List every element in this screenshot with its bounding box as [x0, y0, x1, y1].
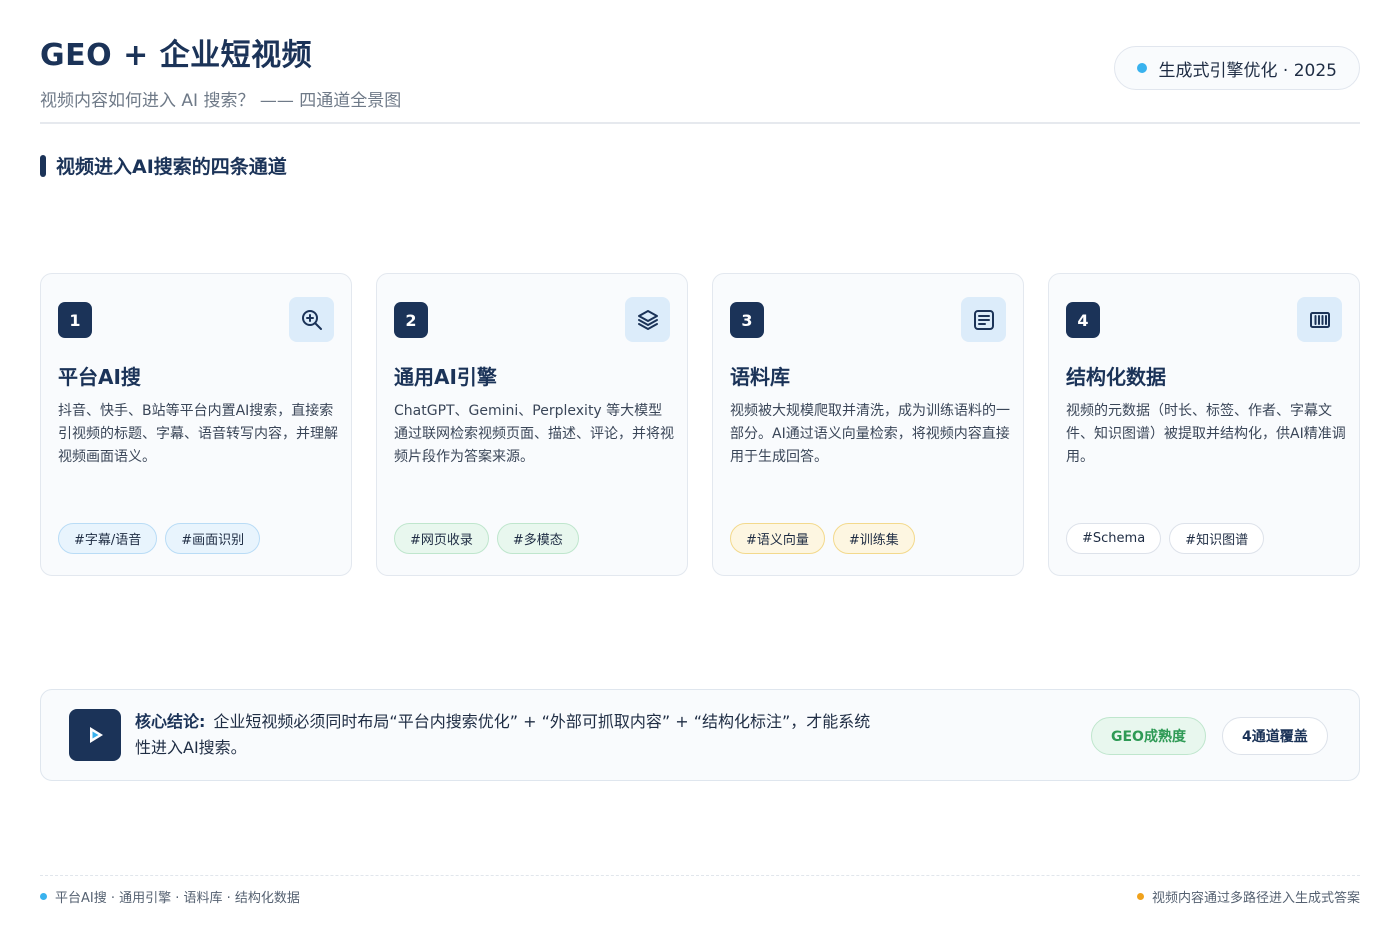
tag[interactable]: #画面识别 — [165, 523, 261, 554]
footer-right-text: 视频内容通过多路径进入生成式答案 — [1151, 891, 1360, 906]
card-title: 语料库 — [730, 365, 790, 389]
geo-maturity-pill[interactable]: GEO成熟度 — [1091, 717, 1206, 755]
section-heading: 视频进入AI搜索的四条通道 — [40, 152, 287, 179]
channel-card-platform[interactable]: 1 平台AI搜 抖音、快手、B站等平台内置AI搜索，直接索引视频的标题、字幕、语… — [40, 273, 352, 576]
channel-card-corpus[interactable]: 3 语料库 视频被大规模爬取并清洗，成为训练语料的一部分。AI通过语义向量检索，… — [712, 273, 1024, 576]
footer-dot-icon — [1136, 893, 1144, 900]
conclusion-text: 企业短视频必须同时布局“平台内搜索优化” + “外部可抓取内容” + “结构化标… — [135, 712, 871, 757]
play-icon[interactable] — [69, 709, 121, 761]
card-description: 抖音、快手、B站等平台内置AI搜索，直接索引视频的标题、字幕、语音转写内容，并理… — [58, 403, 338, 465]
footer-left: 平台AI搜 · 通用引擎 · 语料库 · 结构化数据 — [40, 887, 300, 906]
card-number: 3 — [730, 302, 764, 338]
conclusion-panel: 核心结论: 企业短视频必须同时布局“平台内搜索优化” + “外部可抓取内容” + … — [40, 689, 1360, 781]
section-title: 视频进入AI搜索的四条通道 — [56, 156, 287, 178]
card-number: 2 — [394, 302, 428, 338]
card-tags: #语义向量 #训练集 — [730, 523, 915, 554]
badge-label: 生成式引擎优化 · 2025 — [1158, 60, 1337, 81]
year-badge: 生成式引擎优化 · 2025 — [1113, 46, 1360, 90]
conclusion-text-block: 核心结论: 企业短视频必须同时布局“平台内搜索优化” + “外部可抓取内容” + … — [135, 709, 875, 761]
channel-card-structured-data[interactable]: 4 结构化数据 视频的元数据（时长、标签、作者、字幕文件、知识图谱）被提取并结构… — [1048, 273, 1360, 576]
document-icon — [961, 297, 1006, 342]
card-title: 平台AI搜 — [58, 365, 141, 389]
card-title: 结构化数据 — [1066, 365, 1166, 389]
search-zoom-icon — [289, 297, 334, 342]
tag[interactable]: #知识图谱 — [1169, 523, 1265, 554]
tag[interactable]: #语义向量 — [730, 523, 825, 554]
tag[interactable]: #Schema — [1066, 523, 1162, 554]
badge-dot-icon — [1136, 63, 1147, 73]
tag[interactable]: #字幕/语音 — [58, 523, 158, 554]
channel-card-general-engine[interactable]: 2 通用AI引擎 ChatGPT、Gemini、Perplexity 等大模型通… — [376, 273, 688, 576]
card-description: 视频的元数据（时长、标签、作者、字幕文件、知识图谱）被提取并结构化，供AI精准调… — [1066, 403, 1346, 465]
channel-coverage-pill[interactable]: 4通道覆盖 — [1222, 717, 1328, 755]
channel-cards: 1 平台AI搜 抖音、快手、B站等平台内置AI搜索，直接索引视频的标题、字幕、语… — [40, 273, 1360, 576]
page-footer: 平台AI搜 · 通用引擎 · 语料库 · 结构化数据 视频内容通过多路径进入生成… — [40, 875, 1360, 906]
layers-icon — [625, 297, 670, 342]
card-description: 视频被大规模爬取并清洗，成为训练语料的一部分。AI通过语义向量检索，将视频内容直… — [730, 403, 1010, 465]
footer-right: 视频内容通过多路径进入生成式答案 — [1136, 887, 1360, 906]
section-bar-icon — [40, 154, 46, 177]
card-tags: #网页收录 #多模态 — [394, 523, 579, 554]
footer-dot-icon — [40, 893, 47, 900]
tag[interactable]: #多模态 — [496, 523, 579, 554]
card-number: 1 — [58, 302, 92, 338]
tag[interactable]: #网页收录 — [394, 523, 489, 554]
conclusion-label: 核心结论: — [135, 712, 206, 731]
card-number: 4 — [1066, 302, 1100, 338]
card-tags: #字幕/语音 #画面识别 — [58, 523, 261, 554]
footer-left-text: 平台AI搜 · 通用引擎 · 语料库 · 结构化数据 — [55, 891, 300, 906]
card-title: 通用AI引擎 — [394, 365, 497, 389]
tag[interactable]: #训练集 — [832, 523, 915, 554]
card-tags: #Schema #知识图谱 — [1066, 523, 1265, 554]
barcode-icon — [1297, 297, 1342, 342]
card-description: ChatGPT、Gemini、Perplexity 等大模型通过联网检索视频页面… — [394, 403, 674, 465]
page-header: GEO + 企业短视频 视频内容如何进入 AI 搜索？ —— 四通道全景图 生成… — [40, 30, 1360, 124]
